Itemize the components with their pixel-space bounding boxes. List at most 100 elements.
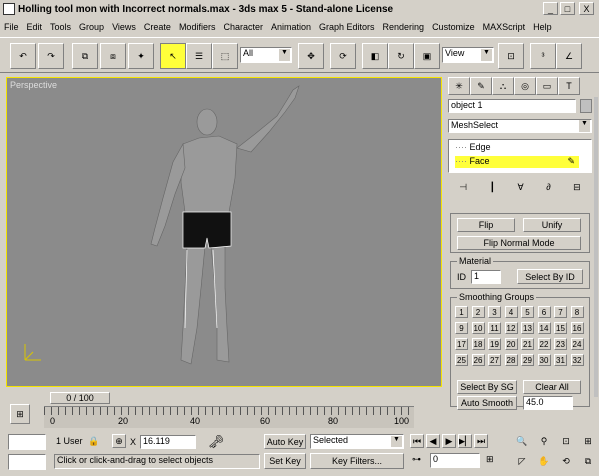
scale-icon[interactable]: ▣ [414,43,440,69]
selection-filter-dropdown[interactable]: All ▼ [240,47,292,63]
minimize-button[interactable]: _ [543,2,558,15]
smoothing-group-button[interactable]: 11 [488,322,501,334]
time-slider[interactable]: 0 / 100 [50,392,110,404]
pan-icon[interactable]: ✋ [534,452,554,470]
smoothing-group-button[interactable]: 20 [504,338,518,350]
make-unique-icon[interactable]: ∀ [518,182,524,193]
menu-views[interactable]: Views [112,22,136,32]
link-icon[interactable]: ⧉ [72,43,98,69]
select-and-move-icon[interactable]: ✥ [298,43,324,69]
smoothing-group-button[interactable]: 27 [488,354,501,366]
smoothing-group-button[interactable]: 7 [554,306,567,318]
menu-tools[interactable]: Tools [50,22,71,32]
configure-sets-icon[interactable]: ⊟ [573,182,581,193]
smoothing-group-button[interactable]: 25 [455,354,468,366]
unlink-icon[interactable]: ⧈ [100,43,126,69]
smoothing-group-button[interactable]: 22 [537,338,551,350]
smoothing-group-button[interactable]: 21 [521,338,534,350]
menu-edit[interactable]: Edit [27,22,43,32]
arc-rotate-icon[interactable]: ⟲ [556,452,576,470]
selection-region-icon[interactable]: ⬚ [212,43,238,69]
flip-normal-mode-button[interactable]: Flip Normal Mode [457,236,581,250]
zoom-icon[interactable]: 🔍 [512,432,532,450]
play-icon[interactable]: ▶ [442,434,456,448]
utilities-tab-icon[interactable]: T [558,77,580,95]
motion-tab-icon[interactable]: ◎ [514,77,536,95]
zoom-extents-icon[interactable]: ⊡ [556,432,576,450]
smoothing-group-button[interactable]: 26 [471,354,485,366]
modify-tab-icon[interactable]: ✎ [470,77,492,95]
smoothing-group-button[interactable]: 19 [488,338,501,350]
previous-frame-icon[interactable]: ◀ [426,434,440,448]
smoothing-group-button[interactable]: 9 [455,322,468,334]
select-and-rotate-icon[interactable]: ⟳ [330,43,356,69]
select-by-id-button[interactable]: Select By ID [517,269,583,284]
hierarchy-tab-icon[interactable]: ⛬ [492,77,514,95]
smoothing-group-button[interactable]: 18 [471,338,485,350]
zoom-extents-all-icon[interactable]: ⊞ [578,432,598,450]
object-color-swatch[interactable] [580,99,592,113]
maxscript-listener[interactable] [8,434,46,450]
material-id-spinner[interactable]: 1 [471,270,501,284]
unify-button[interactable]: Unify [523,218,581,232]
next-frame-icon[interactable]: ▶▏ [458,434,472,448]
snap-3-icon[interactable]: ³ [530,43,556,69]
menu-modifiers[interactable]: Modifiers [179,22,216,32]
smoothing-group-button[interactable]: 24 [570,338,584,350]
smoothing-group-button[interactable]: 32 [570,354,584,366]
select-by-name-icon[interactable]: ☰ [186,43,212,69]
ref-coord-dropdown[interactable]: View ▼ [442,47,494,63]
smoothing-group-button[interactable]: 1 [455,306,468,318]
menu-customize[interactable]: Customize [432,22,475,32]
show-end-result-icon[interactable]: ┃ [490,182,495,193]
undo-icon[interactable]: ↶ [10,43,36,69]
smoothing-group-button[interactable]: 8 [570,306,584,318]
mini-curve-editor-icon[interactable]: ⊞ [10,404,30,424]
maxscript-listener-lower[interactable] [8,454,46,470]
auto-key-button[interactable]: Auto Key [264,434,306,449]
smoothing-group-button[interactable]: 4 [504,306,518,318]
smoothing-group-button[interactable]: 17 [455,338,468,350]
key-filters-button[interactable]: Key Filters... [310,453,404,469]
smoothing-group-button[interactable]: 14 [537,322,551,334]
stack-item-edge[interactable]: ···· Edge [455,142,579,154]
flip-button[interactable]: Flip [457,218,515,232]
display-tab-icon[interactable]: ▭ [536,77,558,95]
perspective-viewport[interactable]: Perspective [6,77,442,387]
menu-group[interactable]: Group [79,22,104,32]
select-and-scale-icon[interactable]: ◧ [362,43,388,69]
track-bar[interactable]: 0 20 40 60 80 100 [44,406,414,428]
remove-modifier-icon[interactable]: ∂ [546,182,550,192]
smoothing-group-button[interactable]: 31 [554,354,567,366]
smoothing-group-button[interactable]: 16 [570,322,584,334]
menu-file[interactable]: File [4,22,19,32]
field-of-view-icon[interactable]: ◸ [512,452,532,470]
smoothing-group-button[interactable]: 2 [471,306,485,318]
stack-item-face[interactable]: ···· Face ✎ [455,156,579,168]
smoothing-group-button[interactable]: 30 [537,354,551,366]
smoothing-group-button[interactable]: 13 [521,322,534,334]
angle-snap-icon[interactable]: ∠ [556,43,582,69]
current-frame-field[interactable]: 0 [430,453,480,468]
menu-help[interactable]: Help [533,22,552,32]
key-set-dropdown[interactable]: Selected ▼ [310,434,404,449]
go-to-start-icon[interactable]: ⏮ [410,434,424,448]
smoothing-group-button[interactable]: 10 [471,322,485,334]
bind-space-warp-icon[interactable]: ✦ [128,43,154,69]
smoothing-group-button[interactable]: 12 [504,322,518,334]
x-coord-field[interactable]: 16.119 [140,435,196,449]
panel-scrollbar[interactable] [594,97,598,397]
smoothing-group-button[interactable]: 15 [554,322,567,334]
object-name-field[interactable]: object 1 [448,99,576,113]
menu-create[interactable]: Create [144,22,171,32]
menu-graph-editors[interactable]: Graph Editors [319,22,375,32]
time-config-icon[interactable]: ⊞ [486,454,494,465]
smoothing-group-button[interactable]: 6 [537,306,551,318]
character-model[interactable] [127,78,327,383]
close-button[interactable]: X [579,2,594,15]
rotate-icon[interactable]: ↻ [388,43,414,69]
menu-animation[interactable]: Animation [271,22,311,32]
zoom-all-icon[interactable]: ⚲ [534,432,554,450]
select-object-icon[interactable]: ↖ [160,43,186,69]
pin-stack-icon[interactable]: ⊣ [459,182,467,193]
